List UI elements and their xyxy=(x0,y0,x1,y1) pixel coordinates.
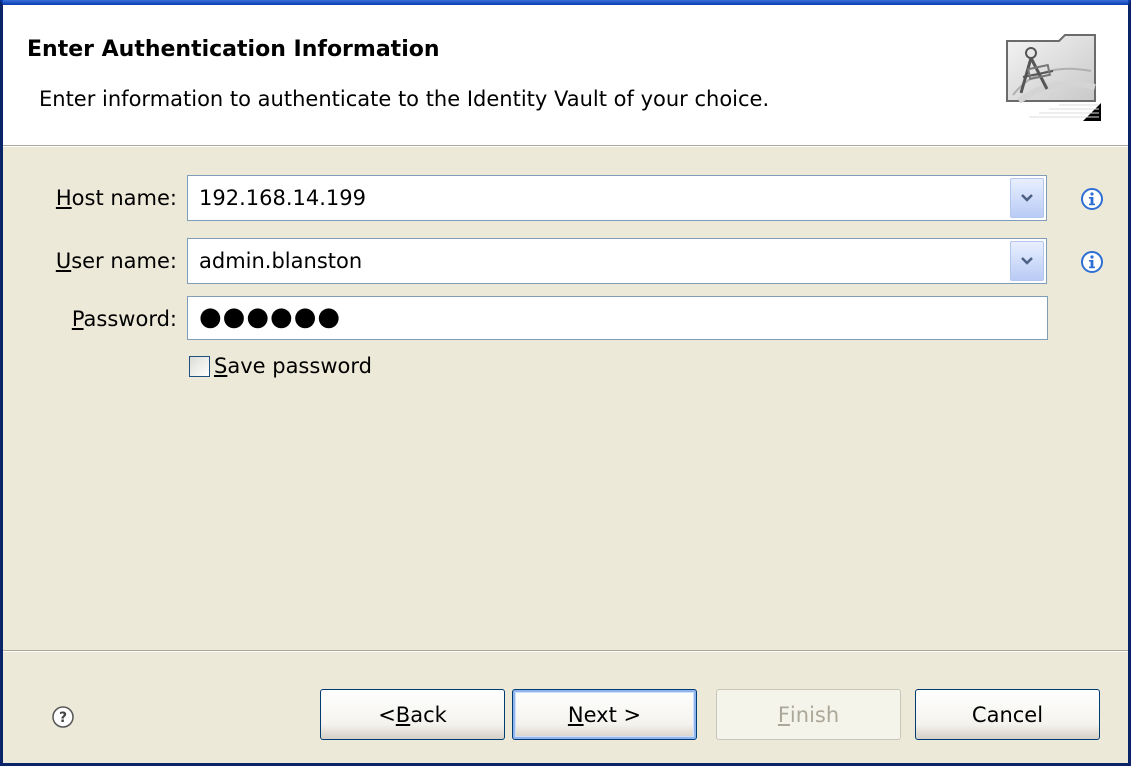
host-name-value: 192.168.14.199 xyxy=(199,186,366,210)
back-button[interactable]: < Back xyxy=(320,689,505,740)
finish-button[interactable]: Finish xyxy=(716,689,901,740)
save-password-checkbox[interactable] xyxy=(189,355,210,377)
host-name-label: Host name: xyxy=(55,186,177,210)
svg-text:?: ? xyxy=(59,710,67,726)
host-name-info-icon[interactable] xyxy=(1080,187,1104,211)
cancel-button[interactable]: Cancel xyxy=(915,689,1100,740)
password-label: Password: xyxy=(71,307,177,331)
host-name-combo[interactable]: 192.168.14.199 xyxy=(187,175,1047,221)
header-separator xyxy=(3,146,1128,147)
next-button[interactable]: Next > xyxy=(512,689,697,740)
wizard-header: Enter Authentication Information Enter i… xyxy=(3,5,1128,146)
save-password-row[interactable]: Save password xyxy=(189,351,372,381)
help-icon[interactable]: ? xyxy=(51,705,75,729)
user-name-label: User name: xyxy=(55,249,177,273)
page-title: Enter Authentication Information xyxy=(27,37,440,62)
footer-separator xyxy=(3,650,1128,652)
page-description: Enter information to authenticate to the… xyxy=(39,87,770,111)
host-name-dropdown-button[interactable] xyxy=(1010,178,1044,218)
wizard-dialog: Enter Authentication Information Enter i… xyxy=(0,0,1131,766)
chevron-down-icon xyxy=(1021,257,1033,265)
password-field[interactable]: ●●●●●● xyxy=(187,296,1048,340)
user-name-combo[interactable]: admin.blanston xyxy=(187,238,1047,284)
save-password-label[interactable]: Save password xyxy=(214,354,372,378)
chevron-down-icon xyxy=(1021,194,1033,202)
user-name-value: admin.blanston xyxy=(199,249,363,273)
wizard-compass-icon xyxy=(1001,33,1101,121)
user-name-dropdown-button[interactable] xyxy=(1010,241,1044,281)
user-name-info-icon[interactable] xyxy=(1080,250,1104,274)
password-masked-value: ●●●●●● xyxy=(199,302,342,332)
